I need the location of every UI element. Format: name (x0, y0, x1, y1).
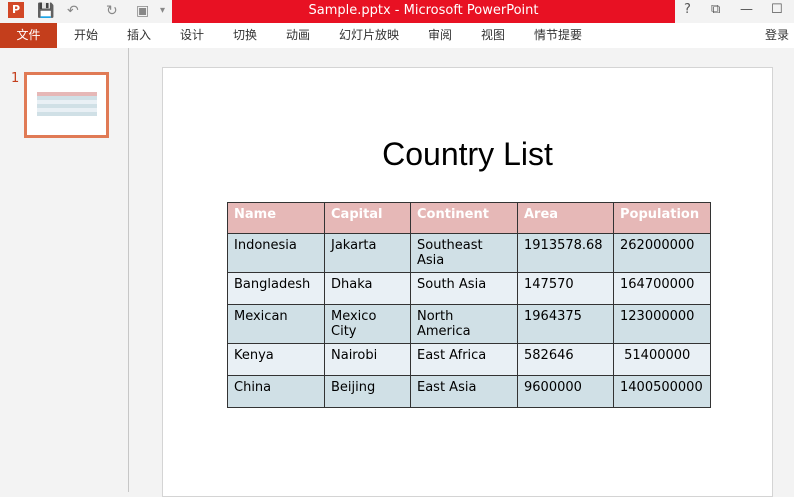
cell: 147570 (517, 272, 614, 305)
tab-design[interactable]: 设计 (180, 23, 204, 48)
ribbon-tabs: 文件 开始 插入 设计 切换 动画 幻灯片放映 审阅 视图 情节提要 登录 (0, 23, 794, 48)
maximize-button[interactable]: ☐ (771, 2, 783, 17)
sign-in-link[interactable]: 登录 (765, 23, 789, 48)
tab-home[interactable]: 开始 (74, 23, 98, 48)
save-icon[interactable]: 💾 (37, 2, 54, 20)
cell: East Africa (410, 343, 518, 376)
redo-icon[interactable]: ↻ (106, 2, 118, 20)
minimize-button[interactable]: — (740, 2, 753, 17)
cell: Nairobi (324, 343, 411, 376)
cell: Southeast Asia (410, 233, 518, 273)
header-area: Area (517, 202, 614, 234)
table-row: China Beijing East Asia 9600000 1400500000 (227, 375, 711, 408)
header-continent: Continent (410, 202, 518, 234)
tab-file[interactable]: 文件 (0, 23, 57, 48)
customize-qat-icon[interactable]: ▾ (160, 2, 165, 20)
cell: China (227, 375, 325, 408)
header-capital: Capital (324, 202, 411, 234)
cell: 123000000 (613, 304, 711, 344)
cell: Jakarta (324, 233, 411, 273)
undo-icon[interactable]: ↶ (67, 2, 79, 20)
cell: North America (410, 304, 518, 344)
tab-insert[interactable]: 插入 (127, 23, 151, 48)
country-table[interactable]: Name Capital Continent Area Population I… (227, 202, 711, 408)
header-name: Name (227, 202, 325, 234)
help-button[interactable]: ? (684, 2, 691, 17)
tab-transitions[interactable]: 切换 (233, 23, 257, 48)
header-population: Population (613, 202, 711, 234)
table-row: Bangladesh Dhaka South Asia 147570 164700000 (227, 272, 711, 305)
cell: 582646 (517, 343, 614, 376)
cell: Mexico City (324, 304, 411, 344)
powerpoint-app-icon[interactable]: P (8, 2, 24, 18)
tab-view[interactable]: 视图 (481, 23, 505, 48)
tab-animations[interactable]: 动画 (286, 23, 310, 48)
cell: 262000000 (613, 233, 711, 273)
present-from-start-icon[interactable]: ▣ (136, 2, 149, 20)
cell: Bangladesh (227, 272, 325, 305)
slide-number: 1 (11, 71, 20, 86)
cell: 51400000 (613, 343, 711, 376)
cell: 164700000 (613, 272, 711, 305)
table-row: Kenya Nairobi East Africa 582646 51400000 (227, 343, 711, 376)
cell: East Asia (410, 375, 518, 408)
tab-review[interactable]: 审阅 (428, 23, 452, 48)
tab-storyboard[interactable]: 情节提要 (534, 23, 582, 48)
cell: 1913578.68 (517, 233, 614, 273)
table-row: Indonesia Jakarta Southeast Asia 1913578.68… (227, 233, 711, 273)
slide-title: Country List (382, 136, 553, 172)
cell: Beijing (324, 375, 411, 408)
slide-canvas[interactable]: Country List Name Capital Continent Area… (162, 67, 773, 497)
title-bar: P 💾 ↶ ↻ ▣ ▾ Sample.pptx - Microsoft Powe… (0, 0, 794, 23)
cell: Dhaka (324, 272, 411, 305)
ribbon-display-button[interactable]: ⧉ (711, 2, 720, 17)
slide-thumbnail[interactable] (24, 72, 109, 138)
tab-slideshow[interactable]: 幻灯片放映 (339, 23, 399, 48)
window-title: Sample.pptx - Microsoft PowerPoint (172, 0, 675, 23)
cell: 1400500000 (613, 375, 711, 408)
cell: Kenya (227, 343, 325, 376)
cell: 1964375 (517, 304, 614, 344)
table-row: Mexican Mexico City North America 1964375 12… (227, 304, 711, 344)
cell: Mexican (227, 304, 325, 344)
cell: Indonesia (227, 233, 325, 273)
cell: South Asia (410, 272, 518, 305)
cell: 9600000 (517, 375, 614, 408)
